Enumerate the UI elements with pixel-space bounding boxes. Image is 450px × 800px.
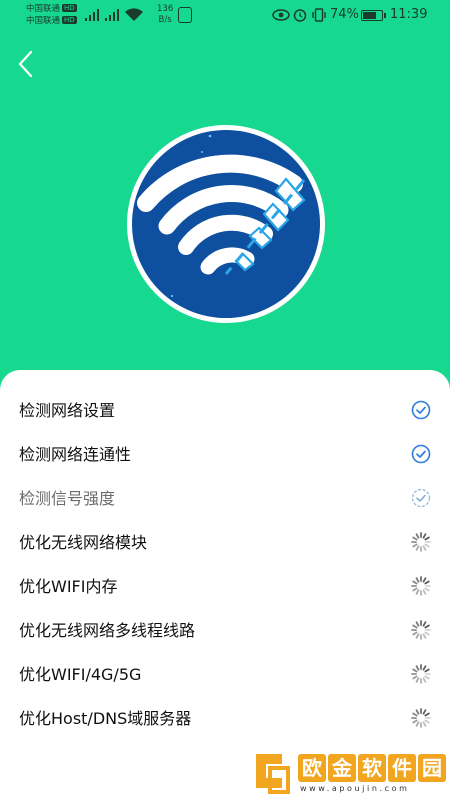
carrier-1: 中国联通 HD — [26, 4, 77, 14]
battery-percent: 74% — [330, 7, 359, 22]
task-label: 优化Host/DNS域服务器 — [19, 709, 192, 728]
clock: 11:39 — [390, 7, 428, 22]
watermark-char: 园 — [418, 754, 446, 782]
watermark-char: 软 — [358, 754, 386, 782]
signal-icon — [85, 9, 99, 21]
task-panel: 检测网络设置 检测网络连通性 检测信号强度优化无线网络模块 优化WIFI内存优化无线网… — [0, 370, 450, 800]
check-circle-icon — [411, 400, 431, 420]
task-label: 优化无线网络多线程线路 — [19, 621, 196, 640]
task-label: 优化无线网络模块 — [19, 533, 148, 552]
watermark: 欧金软件园 www.apoujin.com — [250, 748, 450, 800]
back-button[interactable] — [16, 50, 36, 78]
chevron-left-icon — [18, 50, 33, 78]
loading-spinner-icon — [411, 620, 431, 640]
vibrate-icon — [312, 8, 326, 22]
task-label: 检测信号强度 — [19, 489, 116, 508]
app-notification-icon — [178, 7, 192, 23]
loading-spinner-icon — [411, 532, 431, 552]
loading-spinner-icon — [411, 576, 431, 596]
task-item: 优化WIFI内存 — [0, 565, 450, 609]
task-item: 检测网络设置 — [0, 389, 450, 433]
alarm-icon — [293, 9, 307, 22]
watermark-logo-icon — [256, 754, 290, 794]
task-label: 优化WIFI/4G/5G — [19, 665, 142, 684]
task-item: 优化无线网络多线程线路 — [0, 609, 450, 653]
task-item: 检测信号强度 — [0, 477, 450, 521]
scanning-icon — [411, 488, 431, 508]
wifi-logo-icon — [127, 125, 325, 323]
battery-icon — [361, 10, 386, 21]
loading-spinner-icon — [411, 664, 431, 684]
status-bar: 中国联通 HD 中国联通 HD 136 B/s 74% 11:39 — [0, 0, 450, 32]
watermark-char: 件 — [388, 754, 416, 782]
task-item: 检测网络连通性 — [0, 433, 450, 477]
eye-icon — [272, 9, 290, 21]
task-item: 优化WIFI/4G/5G — [0, 653, 450, 697]
signal-icon — [105, 9, 119, 21]
wifi-icon — [125, 8, 143, 21]
task-label: 检测网络连通性 — [19, 445, 132, 464]
task-label: 优化WIFI内存 — [19, 577, 118, 596]
loading-spinner-icon — [411, 708, 431, 728]
task-label: 检测网络设置 — [19, 401, 116, 420]
task-item: 优化Host/DNS域服务器 — [0, 697, 450, 741]
carrier-2: 中国联通 HD — [26, 16, 77, 26]
check-circle-icon — [411, 444, 431, 464]
watermark-text: 欧金软件园 — [298, 754, 446, 782]
watermark-url: www.apoujin.com — [300, 784, 410, 793]
watermark-char: 欧 — [298, 754, 326, 782]
net-speed: 136 B/s — [157, 4, 174, 25]
task-item: 优化无线网络模块 — [0, 521, 450, 565]
watermark-char: 金 — [328, 754, 356, 782]
